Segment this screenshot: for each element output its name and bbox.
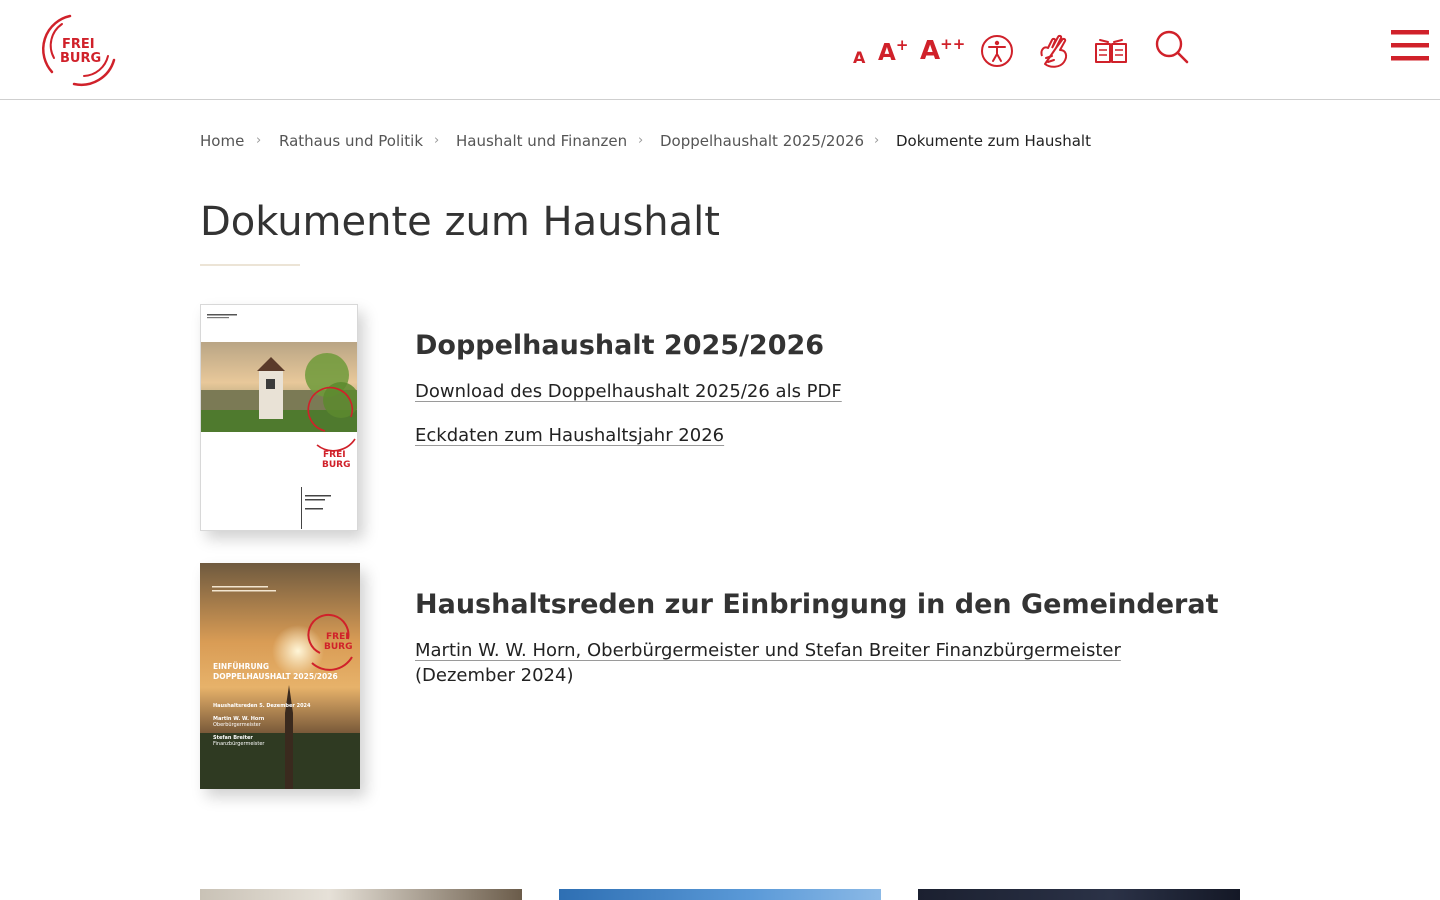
cover1-logo-line2: BURG (322, 460, 351, 470)
breadcrumb-separator-icon: › (874, 133, 880, 148)
accessibility-button[interactable] (980, 34, 1014, 68)
breadcrumb-home[interactable]: Home (200, 132, 244, 150)
sign-language-button[interactable] (1036, 32, 1072, 70)
logo-line2: BURG (60, 51, 101, 66)
font-size-normal-button[interactable]: A (853, 48, 865, 67)
menu-icon (1391, 30, 1429, 61)
teaser-card-image[interactable] (559, 889, 881, 900)
site-header: FREI BURG A A+ A++ (0, 0, 1440, 100)
logo-line1: FREI (62, 37, 95, 52)
page-title: Dokumente zum Haushalt (200, 199, 720, 245)
doppelhaushalt-cover-image[interactable]: FREI BURG (200, 304, 358, 531)
eckdaten-2026-link[interactable]: Eckdaten zum Haushaltsjahr 2026 (415, 425, 724, 446)
cover1-logo-line1: FREI (323, 450, 346, 460)
cover2-logo-line2: BURG (324, 642, 353, 652)
haushaltsreden-cover-graphic: FREI BURG EINFÜHRUNG DOPPELHAUSHALT 2025… (200, 563, 360, 789)
cover2-speaker2-role: Finanzbürgermeister (213, 741, 265, 747)
font-size-larger-sup: + (895, 36, 909, 54)
font-size-normal-label: A (853, 48, 866, 67)
breadcrumb-separator-icon: › (434, 133, 440, 148)
download-doppelhaushalt-pdf-link[interactable]: Download des Doppelhaushalt 2025/26 als … (415, 381, 842, 402)
breadcrumb-haushalt[interactable]: Haushalt und Finanzen (456, 132, 627, 150)
cover2-speaker1-role: Oberbürgermeister (213, 722, 262, 728)
breadcrumb-doppelhaushalt[interactable]: Doppelhaushalt 2025/2026 (660, 132, 864, 150)
sign-language-icon (1040, 34, 1068, 68)
teaser-card-image[interactable] (918, 889, 1240, 900)
cover2-subtitle: Haushaltsreden 5. Dezember 2024 (213, 703, 311, 709)
font-size-largest-label: A (920, 36, 941, 66)
doppelhaushalt-cover-graphic: FREI BURG (201, 305, 357, 530)
easy-language-icon (1095, 39, 1127, 63)
cover2-title-line2: DOPPELHAUSHALT 2025/2026 (213, 672, 338, 681)
title-divider (200, 264, 300, 266)
freiburg-logo-icon: FREI BURG (42, 14, 116, 86)
font-size-larger-label: A (878, 40, 896, 66)
breadcrumb-current: Dokumente zum Haushalt (896, 132, 1091, 150)
breadcrumb-rathaus[interactable]: Rathaus und Politik (279, 132, 423, 150)
haushaltsreden-cover-image[interactable]: FREI BURG EINFÜHRUNG DOPPELHAUSHALT 2025… (200, 563, 360, 789)
search-icon (1155, 30, 1189, 64)
font-size-larger-button[interactable]: A+ (878, 36, 908, 66)
accessibility-icon (981, 35, 1013, 67)
teaser-card-image[interactable] (200, 889, 522, 900)
freiburg-logo[interactable]: FREI BURG (40, 12, 118, 88)
haushaltsreden-link[interactable]: Martin W. W. Horn, Oberbürgermeister und… (415, 640, 1121, 661)
search-button[interactable] (1154, 29, 1190, 65)
font-size-largest-sup: ++ (940, 35, 966, 53)
cover2-title-line1: EINFÜHRUNG (213, 662, 269, 671)
easy-language-button[interactable] (1094, 36, 1128, 66)
main-menu-button[interactable] (1391, 30, 1429, 62)
doc-heading-doppelhaushalt: Doppelhaushalt 2025/2026 (415, 330, 825, 361)
haushaltsreden-date-note: (Dezember 2024) (415, 665, 574, 686)
doc-heading-haushaltsreden: Haushaltsreden zur Einbringung in den Ge… (415, 589, 1219, 620)
breadcrumb-separator-icon: › (256, 133, 262, 148)
font-size-largest-button[interactable]: A++ (920, 35, 966, 66)
breadcrumb-separator-icon: › (638, 133, 644, 148)
cover2-logo-line1: FREI (326, 632, 349, 642)
